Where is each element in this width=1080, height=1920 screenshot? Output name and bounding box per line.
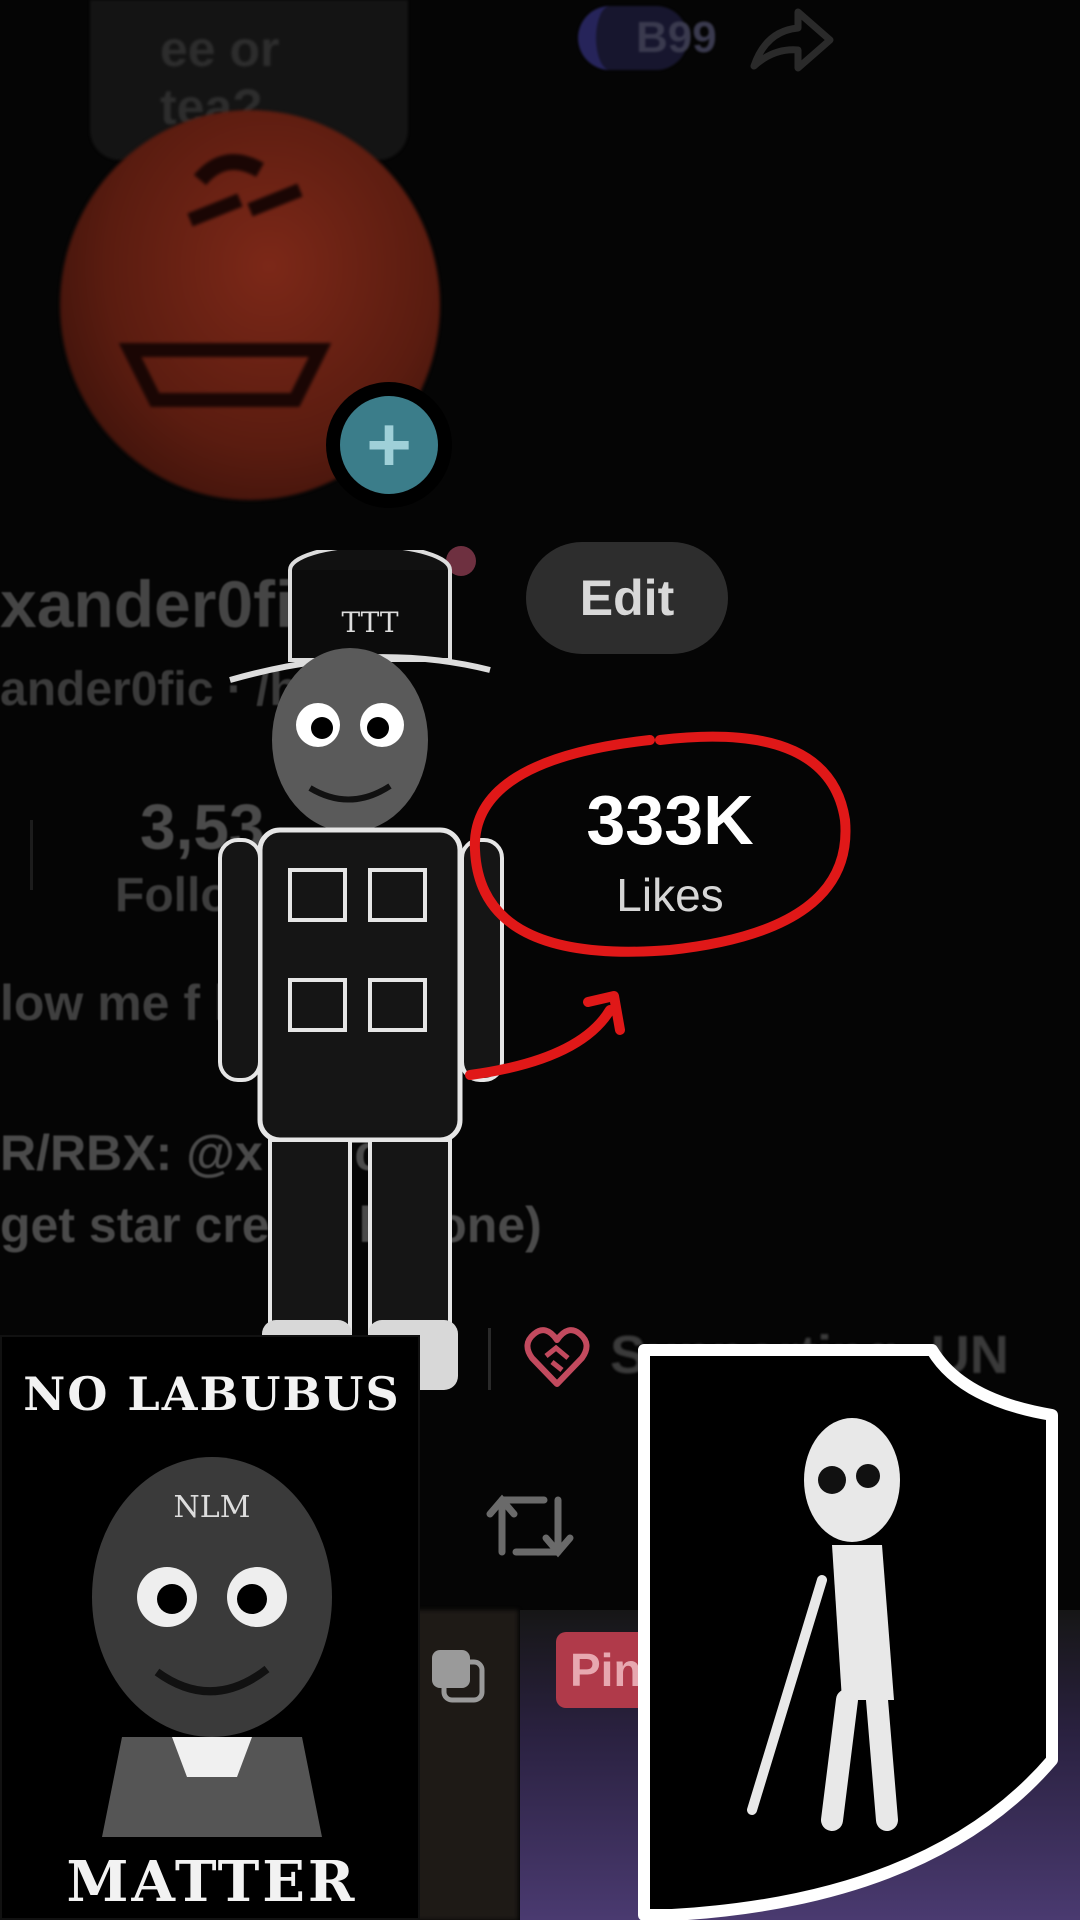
meme-forehead-text: NLM bbox=[174, 1490, 251, 1525]
edit-profile-button[interactable]: Edit bbox=[526, 542, 728, 654]
red-circle-annotation bbox=[465, 731, 851, 1080]
plus-icon[interactable]: + bbox=[340, 396, 438, 494]
meme-face-drawing: NLM bbox=[92, 1457, 332, 1837]
stat-divider bbox=[30, 820, 33, 890]
hat-text: TTT bbox=[341, 606, 398, 639]
avatar-badge[interactable]: B99 bbox=[578, 6, 717, 70]
shield-sticker bbox=[638, 1344, 1058, 1920]
copy-icon bbox=[432, 1650, 485, 1703]
meme-bottom-caption: MATTER bbox=[66, 1849, 358, 1915]
meme-card-sticker: NO LABUBUS NLM MATTER bbox=[0, 1335, 420, 1920]
share-icon[interactable] bbox=[746, 6, 836, 76]
meme-top-caption: NO LABUBUS bbox=[23, 1367, 401, 1421]
repost-icon[interactable] bbox=[484, 1486, 576, 1566]
heart-handshake-icon bbox=[524, 1327, 590, 1387]
